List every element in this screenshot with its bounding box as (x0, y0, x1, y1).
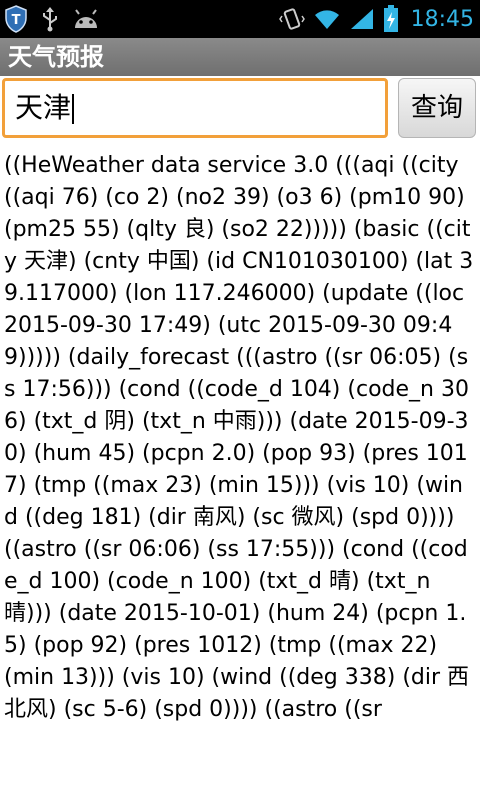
city-input-value: 天津 (15, 91, 72, 124)
status-time: 18:45 (410, 6, 474, 32)
app-title: 天气预报 (8, 43, 104, 71)
text-cursor (72, 94, 75, 124)
signal-icon (349, 7, 375, 31)
title-bar: 天气预报 (0, 38, 480, 77)
wifi-icon (313, 7, 341, 31)
android-icon (72, 8, 100, 30)
vibrate-icon (278, 6, 305, 32)
city-input[interactable]: 天津 (2, 78, 388, 138)
search-row: 天津 查询 (0, 76, 480, 142)
weather-result-text: ((HeWeather data service 3.0 (((aqi ((ci… (4, 153, 474, 722)
status-bar: T 18:45 (0, 0, 480, 38)
battery-charging-icon (383, 5, 399, 33)
usb-icon (40, 6, 60, 32)
shield-app-icon: T (4, 5, 28, 33)
query-button[interactable]: 查询 (398, 78, 476, 138)
svg-text:T: T (12, 13, 21, 28)
